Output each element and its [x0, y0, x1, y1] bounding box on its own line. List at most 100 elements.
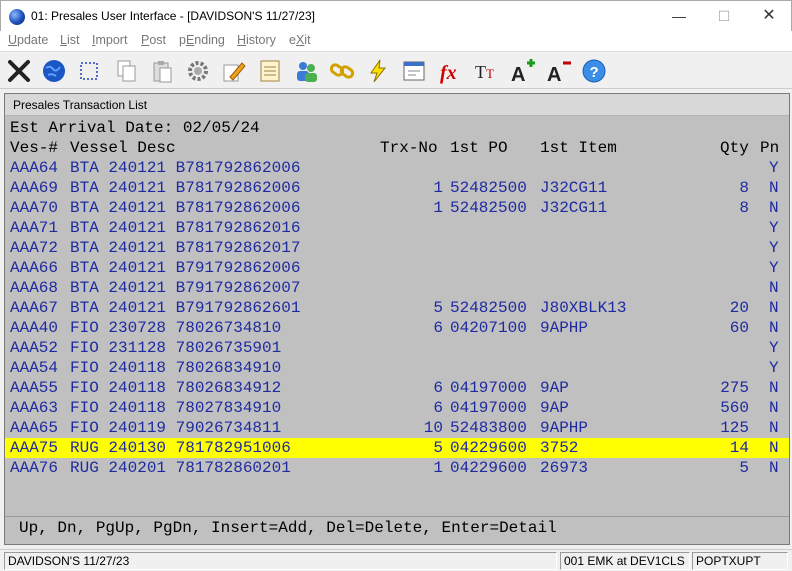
cell-ves: AAA55 — [10, 379, 59, 397]
menu-update[interactable]: Update — [8, 33, 48, 47]
table-row[interactable]: AAA64 BTA 240121 B781792862006 Y — [5, 158, 789, 178]
notepad-icon[interactable] — [254, 55, 286, 87]
maximize-button[interactable]: ☐ — [701, 1, 747, 31]
transaction-grid: Est Arrival Date: 02/05/24 Ves-# Vessel … — [5, 116, 789, 516]
table-row[interactable]: AAA67 BTA 240121 B791792862601 5 52482500 J8… — [5, 298, 789, 318]
app-globe-icon — [9, 9, 25, 25]
cell-trx: 1 — [433, 459, 443, 477]
table-row[interactable]: AAA55 FIO 240118 78026834912 6 04197000 9AP 2… — [5, 378, 789, 398]
svg-text:fx: fx — [440, 62, 457, 84]
cell-po: 04197000 — [450, 399, 527, 417]
menu-history[interactable]: History — [237, 33, 276, 47]
table-row[interactable]: AAA63 FIO 240118 78027834910 6 04197000 9AP 5… — [5, 398, 789, 418]
window-title: 01: Presales User Interface - [DAVIDSON'… — [31, 9, 315, 23]
font-decrease-icon[interactable]: A — [542, 55, 574, 87]
select-box-icon[interactable] — [73, 55, 105, 87]
cell-pn: Y — [769, 339, 779, 357]
menu-pending[interactable]: pEnding — [179, 33, 225, 47]
table-row[interactable]: AAA65 FIO 240119 79026734811 10 52483800 9AP… — [5, 418, 789, 438]
cell-po: 04229600 — [450, 459, 527, 477]
globe-icon[interactable] — [38, 55, 70, 87]
col-desc: Vessel Desc — [70, 139, 176, 157]
cell-desc: FIO 231128 78026735901 — [70, 339, 282, 357]
table-row[interactable]: AAA66 BTA 240121 B791792862006 Y — [5, 258, 789, 278]
cell-ves: AAA67 — [10, 299, 59, 317]
paste-icon[interactable] — [146, 55, 178, 87]
panel-title-bar: Presales Transaction List — [5, 94, 789, 116]
cell-trx: 5 — [433, 299, 443, 317]
cell-pn: N — [769, 279, 779, 297]
close-window-button[interactable]: ✕ — [746, 1, 792, 31]
column-header-row: Ves-# Vessel Desc Trx-No 1st PO 1st Item… — [5, 138, 789, 158]
cell-item: 9APHP — [540, 419, 589, 437]
table-row-selected[interactable]: AAA75 RUG 240130 781782951006 5 04229600 375… — [5, 438, 789, 458]
cell-item: J32CG11 — [540, 179, 608, 197]
cell-desc: BTA 240121 B791792862007 — [70, 279, 301, 297]
cell-po: 04229600 — [450, 439, 527, 457]
cell-pn: N — [769, 419, 779, 437]
status-session: 001 EMK at DEV1CLS — [560, 552, 690, 570]
table-row[interactable]: AAA68 BTA 240121 B791792862007 N — [5, 278, 789, 298]
cell-qty: 560 — [720, 399, 749, 417]
cell-item: 3752 — [540, 439, 579, 457]
cell-po: 52482500 — [450, 299, 527, 317]
title-bar: 01: Presales User Interface - [DAVIDSON'… — [0, 0, 792, 31]
cell-desc: RUG 240130 781782951006 — [70, 439, 291, 457]
svg-text:T: T — [475, 62, 486, 82]
transaction-list-panel: Presales Transaction List Est Arrival Da… — [4, 93, 790, 545]
table-row[interactable]: AAA54 FIO 240118 78026834910 Y — [5, 358, 789, 378]
cell-qty: 60 — [729, 319, 749, 337]
cell-item: 9APHP — [540, 319, 589, 337]
svg-text:T: T — [486, 66, 494, 81]
col-ves: Ves-# — [10, 139, 59, 157]
cell-ves: AAA71 — [10, 219, 59, 237]
close-x-icon[interactable] — [3, 55, 35, 87]
table-row[interactable]: AAA40 FIO 230728 78026734810 6 04207100 9APH… — [5, 318, 789, 338]
cell-trx: 6 — [433, 319, 443, 337]
table-row[interactable]: AAA70 BTA 240121 B781792862006 1 52482500 J3… — [5, 198, 789, 218]
function-fx-icon[interactable]: fx — [434, 55, 466, 87]
table-row[interactable]: AAA71 BTA 240121 B781792862016 Y — [5, 218, 789, 238]
minimize-button[interactable]: — — [656, 1, 702, 31]
cell-desc: BTA 240121 B781792862006 — [70, 159, 301, 177]
cell-pn: N — [769, 459, 779, 477]
table-row[interactable]: AAA69 BTA 240121 B781792862006 1 52482500 J3… — [5, 178, 789, 198]
cell-ves: AAA40 — [10, 319, 59, 337]
menu-import[interactable]: Import — [92, 33, 127, 47]
col-pn: Pn — [760, 139, 780, 157]
form-icon[interactable] — [398, 55, 430, 87]
cell-ves: AAA65 — [10, 419, 59, 437]
cell-po: 52483800 — [450, 419, 527, 437]
cell-pn: N — [769, 319, 779, 337]
copy-icon[interactable] — [110, 55, 142, 87]
menu-list[interactable]: List — [60, 33, 79, 47]
table-row[interactable]: AAA52 FIO 231128 78026735901 Y — [5, 338, 789, 358]
table-row[interactable]: AAA72 BTA 240121 B781792862017 Y — [5, 238, 789, 258]
col-qty: Qty — [720, 139, 749, 157]
cell-pn: N — [769, 399, 779, 417]
help-icon[interactable]: ? — [578, 55, 610, 87]
cell-pn: Y — [769, 159, 779, 177]
cell-desc: FIO 240118 78026834912 — [70, 379, 282, 397]
edit-pencil-icon[interactable] — [218, 55, 250, 87]
table-row[interactable]: AAA76 RUG 240201 781782860201 1 04229600 269… — [5, 458, 789, 478]
chain-link-icon[interactable] — [326, 55, 358, 87]
settings-gear-icon[interactable] — [182, 55, 214, 87]
lightning-icon[interactable] — [362, 55, 394, 87]
svg-text:?: ? — [590, 64, 599, 81]
font-increase-icon[interactable]: A — [506, 55, 538, 87]
users-icon[interactable] — [290, 55, 322, 87]
cell-ves: AAA66 — [10, 259, 59, 277]
cell-desc: RUG 240201 781782860201 — [70, 459, 291, 477]
cell-item: 9AP — [540, 379, 569, 397]
text-size-icon[interactable]: TT — [470, 55, 502, 87]
cell-qty: 20 — [729, 299, 749, 317]
cell-pn: N — [769, 179, 779, 197]
cell-item: J32CG11 — [540, 199, 608, 217]
menu-post[interactable]: Post — [141, 33, 166, 47]
cell-trx: 6 — [433, 379, 443, 397]
cell-trx: 1 — [433, 199, 443, 217]
arrival-date-line: Est Arrival Date: 02/05/24 — [5, 118, 789, 138]
menu-exit[interactable]: eXit — [289, 33, 311, 47]
cell-desc: FIO 230728 78026734810 — [70, 319, 282, 337]
